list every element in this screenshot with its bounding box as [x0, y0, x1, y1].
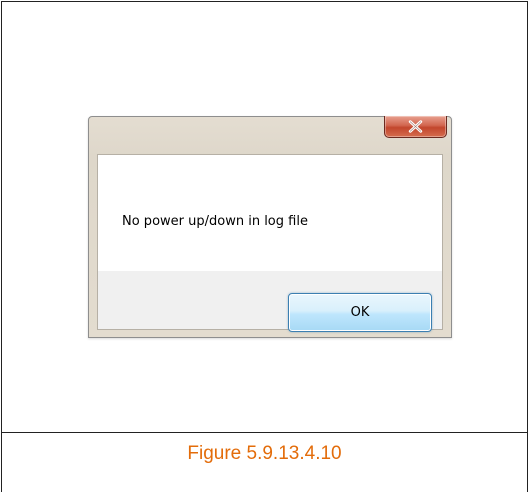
dialog-client-area: No power up/down in log file OK	[97, 154, 443, 332]
message-dialog: No power up/down in log file OK	[88, 116, 452, 338]
caption-bar: Figure 5.9.13.4.10	[1, 432, 528, 492]
figure-caption: Figure 5.9.13.4.10	[187, 443, 342, 464]
figure-frame: No power up/down in log file OK	[1, 1, 528, 433]
button-area: OK	[98, 271, 442, 332]
message-text: No power up/down in log file	[122, 214, 308, 229]
close-icon	[408, 120, 423, 133]
message-area: No power up/down in log file	[98, 155, 442, 271]
dialog-titlebar[interactable]	[89, 116, 451, 155]
ok-button[interactable]: OK	[288, 293, 432, 332]
close-button[interactable]	[384, 116, 447, 138]
figure-page: No power up/down in log file OK Figure 5…	[0, 0, 530, 492]
